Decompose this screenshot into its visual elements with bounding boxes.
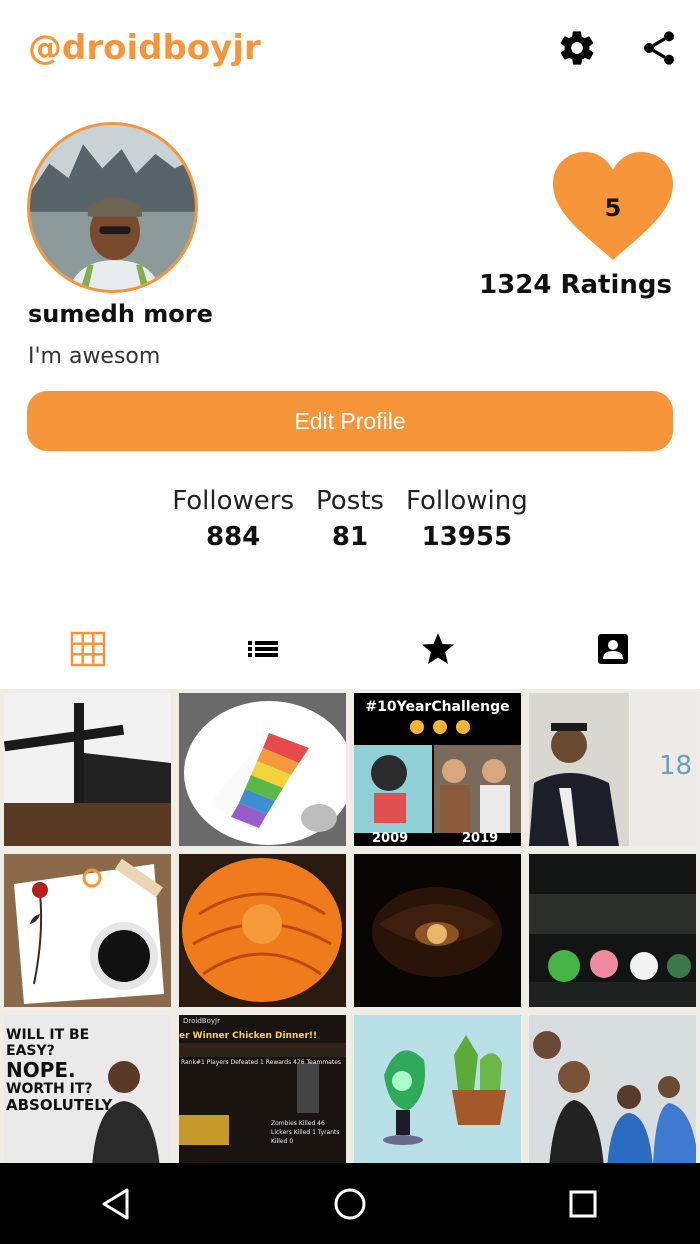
- tab-contact[interactable]: [525, 622, 700, 676]
- post-tile[interactable]: [179, 854, 346, 1007]
- profile-username: @droidboyjr: [28, 28, 261, 68]
- display-name: sumedh more: [28, 300, 213, 328]
- post-caption: Rank#1 Players Defeated 1 Rewards 476 Te…: [181, 1059, 342, 1066]
- post-caption: er Winner Chicken Dinner!!: [179, 1031, 318, 1041]
- post-tile[interactable]: 18: [529, 693, 696, 846]
- rating-value: 5: [604, 194, 622, 222]
- home-circle-icon: [334, 1188, 366, 1219]
- edit-profile-button[interactable]: Edit Profile: [27, 391, 673, 451]
- post-tile[interactable]: #10YearChallenge 2009 2019: [354, 693, 521, 846]
- post-caption: 2019: [462, 831, 499, 846]
- stat-label: Following: [405, 486, 528, 516]
- post-caption: 2009: [372, 831, 409, 846]
- post-tile[interactable]: [354, 854, 521, 1007]
- post-caption: 18: [659, 751, 693, 781]
- home-button[interactable]: [320, 1174, 380, 1234]
- recents-button[interactable]: [553, 1174, 613, 1234]
- profile-tabs: [0, 622, 700, 676]
- post-tile[interactable]: [4, 854, 171, 1007]
- post-caption: WILL IT BE EASY? NOPE. WORTH IT? ABSOLUT…: [6, 1027, 113, 1114]
- stat-value: 13955: [421, 522, 513, 552]
- back-button[interactable]: [87, 1174, 147, 1234]
- post-tile[interactable]: [354, 1015, 521, 1168]
- post-tile[interactable]: [529, 1015, 696, 1168]
- posts-grid: #10YearChallenge 2009 2019 18 WILL IT BE…: [0, 689, 700, 1168]
- stat-posts[interactable]: Posts 81: [316, 486, 384, 552]
- post-tile[interactable]: [4, 693, 171, 846]
- profile-stats: Followers 884 Posts 81 Following 13955: [0, 486, 700, 552]
- post-tile[interactable]: WILL IT BE EASY? NOPE. WORTH IT? ABSOLUT…: [4, 1015, 171, 1168]
- stat-label: Posts: [316, 486, 384, 516]
- tab-grid[interactable]: [0, 622, 175, 676]
- profile-avatar[interactable]: [27, 122, 198, 293]
- post-tile[interactable]: DroidBoyJr er Winner Chicken Dinner!! Ra…: [179, 1015, 346, 1168]
- post-tile[interactable]: [529, 854, 696, 1007]
- stat-followers[interactable]: Followers 884: [172, 486, 294, 552]
- stat-value: 81: [331, 522, 369, 552]
- back-triangle-icon: [102, 1188, 129, 1219]
- stat-value: 884: [205, 522, 261, 552]
- contact-icon: [597, 634, 628, 664]
- profile-bio: I'm awesom: [28, 344, 161, 369]
- gear-icon[interactable]: [557, 28, 597, 68]
- tab-favorites[interactable]: [350, 622, 525, 676]
- tab-list[interactable]: [175, 622, 350, 676]
- grid-icon: [70, 631, 105, 667]
- share-icon[interactable]: [639, 28, 679, 68]
- post-caption: DroidBoyJr: [183, 1017, 220, 1025]
- system-navbar: [0, 1163, 700, 1244]
- post-caption: #10YearChallenge: [365, 699, 510, 715]
- post-tile[interactable]: [179, 693, 346, 846]
- stat-following[interactable]: Following 13955: [406, 486, 528, 552]
- recents-square-icon: [569, 1190, 597, 1217]
- star-icon: [421, 633, 454, 664]
- ratings-count: 1324 Ratings: [479, 270, 672, 300]
- post-caption: Zombies Killed 46 Lickers Killed 1 Tyran…: [271, 1120, 340, 1145]
- stat-label: Followers: [172, 486, 295, 516]
- list-icon: [247, 641, 278, 657]
